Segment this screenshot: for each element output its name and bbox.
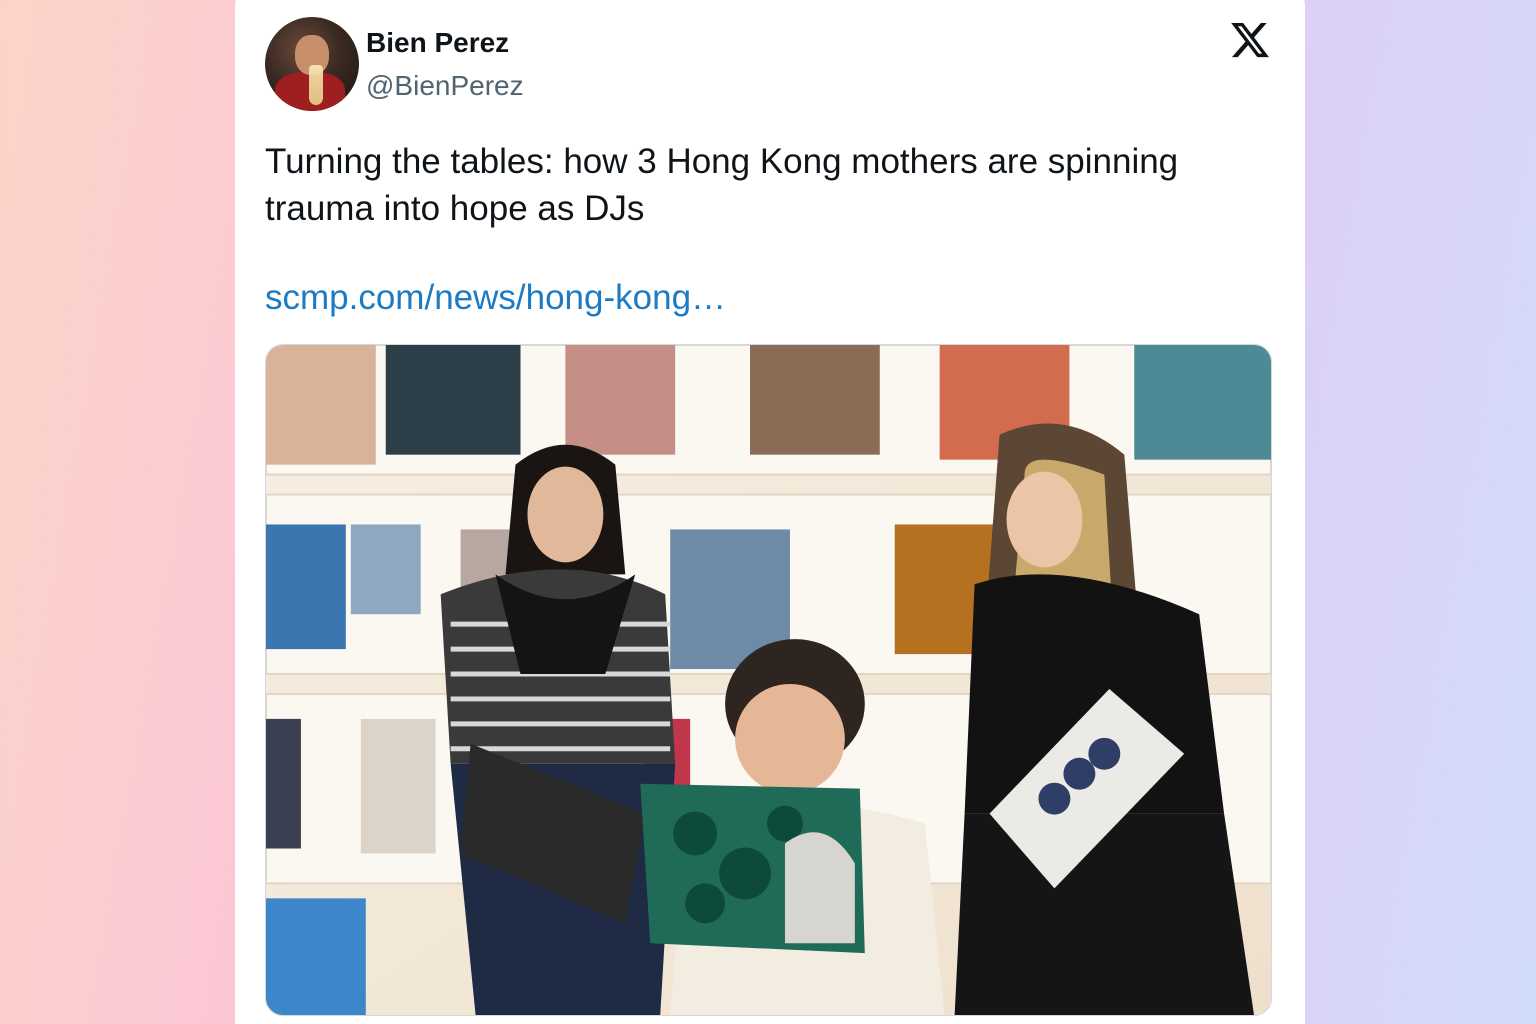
tweet-text: Turning the tables: how 3 Hong Kong moth… <box>265 142 1179 228</box>
article-link[interactable]: scmp.com/news/hong-kong… <box>265 278 726 318</box>
article-photo[interactable] <box>265 344 1272 1016</box>
author-avatar[interactable] <box>265 17 359 111</box>
author-name[interactable]: Bien Perez <box>366 27 509 59</box>
article-photo-illustration <box>266 345 1271 1015</box>
tweet-card: Bien Perez @BienPerez Turning the tables… <box>235 0 1305 1024</box>
author-handle[interactable]: @BienPerez <box>366 70 524 102</box>
x-logo-icon[interactable] <box>1228 19 1272 61</box>
